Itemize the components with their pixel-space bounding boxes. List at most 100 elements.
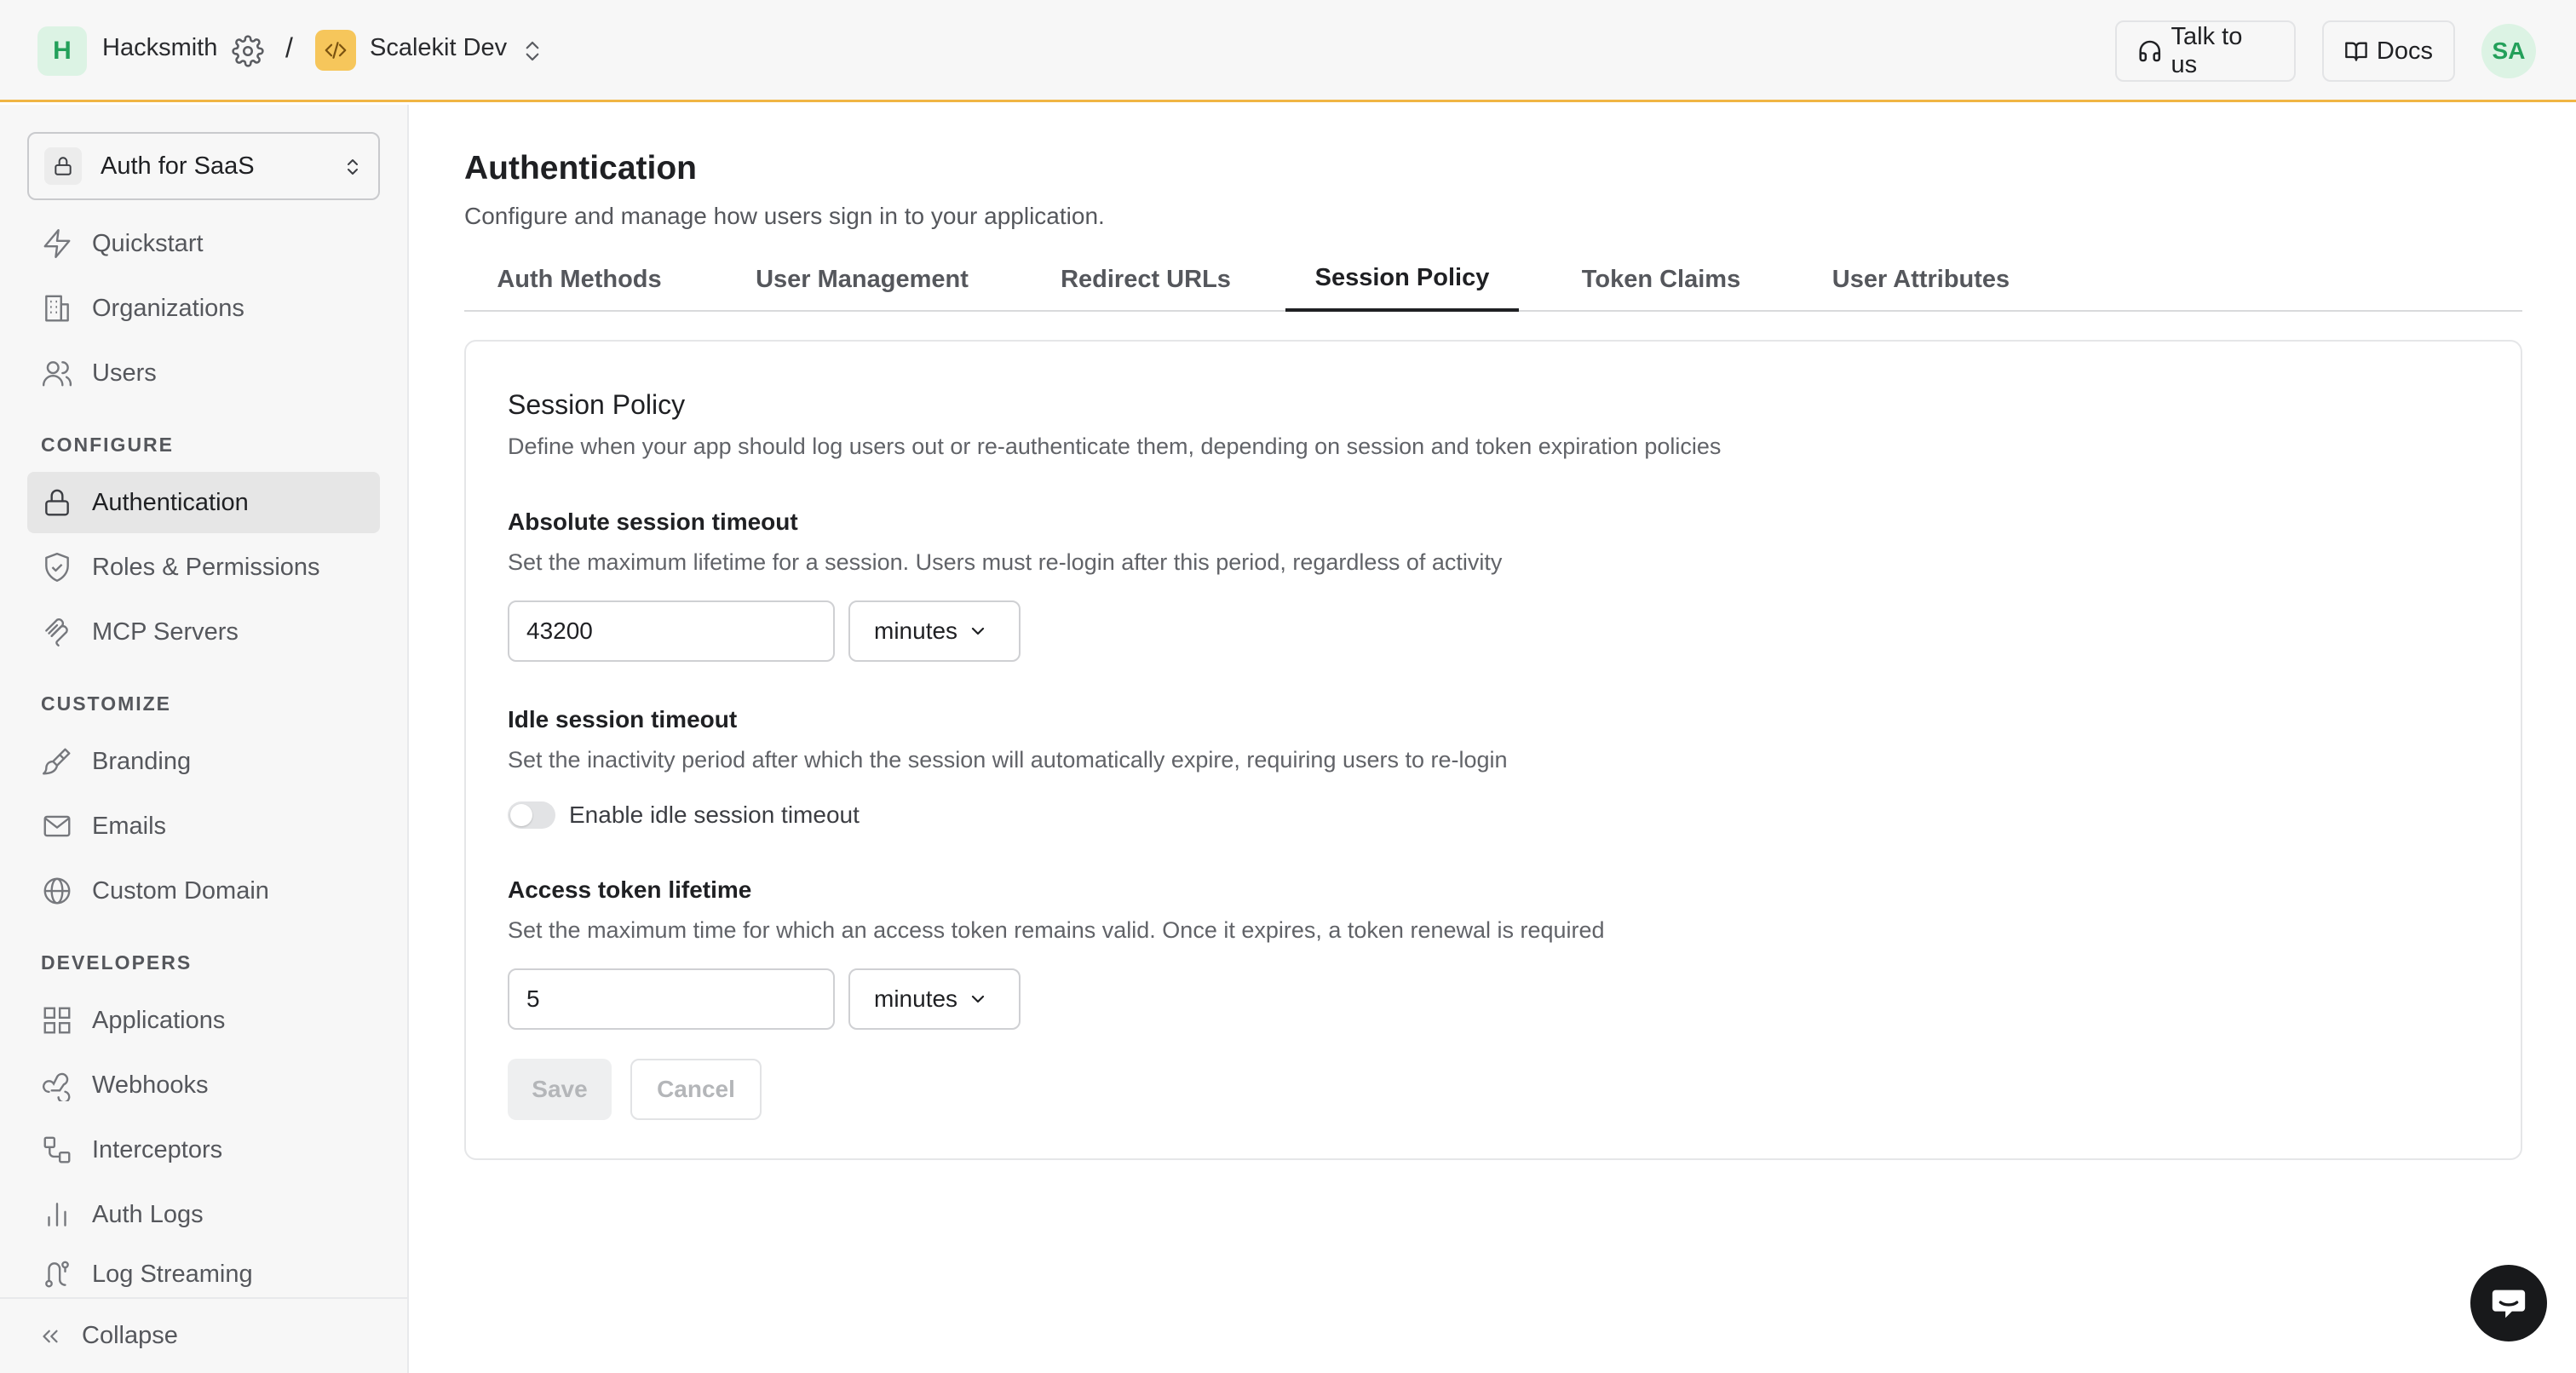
tab-user-management[interactable]: User Management xyxy=(733,247,991,312)
webhook-icon xyxy=(43,1072,71,1101)
sidebar-item-label: Branding xyxy=(92,747,192,775)
chevron-down-icon xyxy=(971,627,985,635)
page-title: Authentication xyxy=(464,150,697,187)
sidebar-item-label: Auth Logs xyxy=(92,1200,204,1228)
sidebar-item-branding[interactable]: Branding xyxy=(27,731,380,792)
idle-timeout-label: Idle session timeout xyxy=(508,706,738,732)
sidebar-item-webhooks[interactable]: Webhooks xyxy=(27,1054,380,1116)
tab-redirect-urls[interactable]: Redirect URLs xyxy=(1026,247,1265,312)
bar-chart-icon xyxy=(48,1203,66,1227)
chevron-up-down-icon xyxy=(348,159,358,175)
lock-icon xyxy=(44,147,82,185)
collapse-button[interactable]: Collapse xyxy=(0,1297,407,1373)
sidebar-item-label: Quickstart xyxy=(92,229,204,257)
sidebar-item-authentication[interactable]: Authentication xyxy=(27,472,380,533)
paintbrush-icon xyxy=(42,748,71,775)
workspace-name[interactable]: Hacksmith xyxy=(102,34,217,62)
building-icon xyxy=(45,295,69,322)
access-token-label: Access token lifetime xyxy=(508,876,752,903)
sidebar-item-quickstart[interactable]: Quickstart xyxy=(27,213,380,274)
top-bar: H Hacksmith / Scalekit Dev Talk to us Do… xyxy=(0,0,2576,102)
grid-icon xyxy=(43,1007,71,1034)
sidebar-item-applications[interactable]: Applications xyxy=(27,990,380,1051)
docs-label: Docs xyxy=(2376,37,2433,65)
save-button[interactable]: Save xyxy=(508,1059,612,1120)
sidebar-item-label: Emails xyxy=(92,812,167,840)
unit-select-value: minutes xyxy=(874,618,958,644)
interceptor-icon xyxy=(43,1136,71,1163)
sidebar-item-label: Webhooks xyxy=(92,1071,209,1099)
globe-icon xyxy=(43,877,71,905)
cancel-button[interactable]: Cancel xyxy=(630,1059,762,1120)
idle-timeout-toggle-row: Enable idle session timeout xyxy=(508,801,860,829)
book-icon xyxy=(2345,42,2367,61)
collapse-label: Collapse xyxy=(82,1322,178,1349)
sidebar-item-emails[interactable]: Emails xyxy=(27,796,380,857)
sidebar-item-label: Custom Domain xyxy=(92,876,269,905)
sidebar-item-custom-domain[interactable]: Custom Domain xyxy=(27,860,380,922)
page-subtitle: Configure and manage how users sign in t… xyxy=(464,203,1105,229)
support-chat-button[interactable] xyxy=(2470,1265,2547,1341)
shield-check-icon xyxy=(45,552,69,583)
product-selector[interactable]: Auth for SaaS xyxy=(27,132,380,200)
sidebar-item-users[interactable]: Users xyxy=(27,342,380,404)
section-label-customize: CUSTOMIZE xyxy=(41,692,172,715)
absolute-timeout-input[interactable] xyxy=(508,600,835,662)
docs-button[interactable]: Docs xyxy=(2322,20,2455,82)
absolute-timeout-unit-select[interactable]: minutes xyxy=(848,600,1021,662)
route-icon xyxy=(45,1261,69,1288)
section-title: Session Policy xyxy=(508,389,686,420)
chevron-up-down-icon[interactable] xyxy=(520,37,545,65)
headphones-icon xyxy=(2139,40,2161,62)
idle-timeout-help: Set the inactivity period after which th… xyxy=(508,747,1508,773)
sidebar-item-mcp-servers[interactable]: MCP Servers xyxy=(27,601,380,663)
users-icon xyxy=(42,361,72,387)
environment-name[interactable]: Scalekit Dev xyxy=(370,34,507,62)
workspace-avatar[interactable]: H xyxy=(37,26,87,76)
sidebar-item-label: Interceptors xyxy=(92,1135,223,1163)
talk-to-us-button[interactable]: Talk to us xyxy=(2115,20,2296,82)
sidebar-item-log-streaming[interactable]: Log Streaming xyxy=(27,1249,380,1300)
section-label-developers: DEVELOPERS xyxy=(41,951,193,974)
code-icon xyxy=(315,30,356,71)
sidebar-item-label: Authentication xyxy=(92,488,249,516)
sidebar-item-label: Log Streaming xyxy=(92,1260,253,1288)
sidebar: Auth for SaaS Quickstart Organizations U… xyxy=(0,105,409,1373)
chat-icon xyxy=(2492,1290,2526,1318)
tab-auth-methods[interactable]: Auth Methods xyxy=(464,247,694,312)
chevrons-left-icon xyxy=(43,1330,58,1342)
chevron-down-icon xyxy=(971,995,985,1003)
session-policy-card: Session Policy Define when your app shou… xyxy=(464,340,2522,1160)
sidebar-item-auth-logs[interactable]: Auth Logs xyxy=(27,1184,380,1245)
sidebar-item-interceptors[interactable]: Interceptors xyxy=(27,1119,380,1181)
mail-icon xyxy=(43,815,71,837)
sidebar-item-label: Organizations xyxy=(92,294,244,322)
mcp-icon xyxy=(45,618,68,647)
access-token-help: Set the maximum time for which an access… xyxy=(508,917,1605,943)
sidebar-item-label: Applications xyxy=(92,1006,226,1034)
sidebar-item-label: MCP Servers xyxy=(92,618,239,646)
absolute-timeout-help: Set the maximum lifetime for a session. … xyxy=(508,549,1503,575)
gear-icon[interactable] xyxy=(232,35,264,67)
idle-timeout-toggle[interactable] xyxy=(508,801,555,829)
lock-icon xyxy=(45,489,69,516)
product-selector-label: Auth for SaaS xyxy=(101,152,255,180)
access-token-unit-select[interactable]: minutes xyxy=(848,968,1021,1030)
unit-select-value: minutes xyxy=(874,985,958,1012)
talk-to-us-label: Talk to us xyxy=(2171,23,2243,78)
access-token-input[interactable] xyxy=(508,968,835,1030)
tab-user-attributes[interactable]: User Attributes xyxy=(1810,247,2032,312)
sidebar-item-label: Roles & Permissions xyxy=(92,553,320,581)
sidebar-item-organizations[interactable]: Organizations xyxy=(27,278,380,339)
section-label-configure: CONFIGURE xyxy=(41,434,174,456)
sidebar-item-roles-permissions[interactable]: Roles & Permissions xyxy=(27,537,380,598)
toggle-knob xyxy=(510,804,532,826)
idle-timeout-toggle-label: Enable idle session timeout xyxy=(569,801,860,828)
tab-bar: Auth Methods User Management Redirect UR… xyxy=(464,247,2522,312)
tab-token-claims[interactable]: Token Claims xyxy=(1555,247,1768,312)
breadcrumb-separator: / xyxy=(285,32,293,63)
tab-session-policy[interactable]: Session Policy xyxy=(1285,247,1519,312)
user-avatar[interactable]: SA xyxy=(2481,24,2536,78)
absolute-timeout-label: Absolute session timeout xyxy=(508,508,798,535)
sidebar-item-label: Users xyxy=(92,359,157,387)
